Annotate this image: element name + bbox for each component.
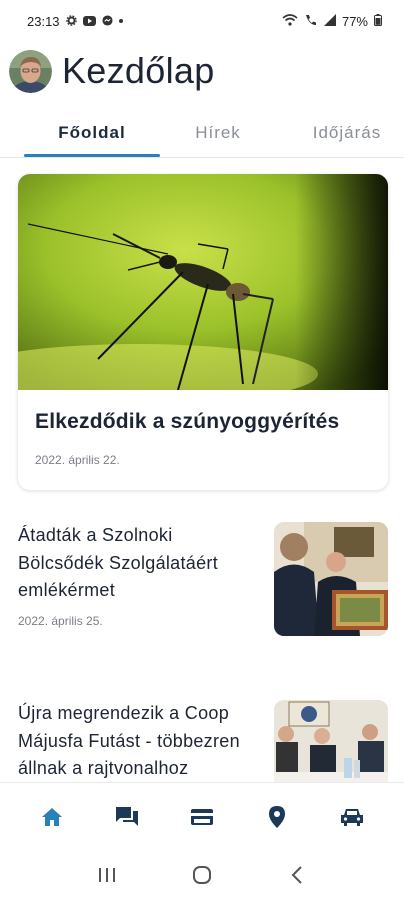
- news-title: Újra megrendezik a Coop Májusfa Futást -…: [18, 700, 258, 782]
- recent-apps-icon: [99, 868, 116, 882]
- location-pin-icon: [269, 805, 286, 828]
- news-title-line: állnak a rajtvonalhoz: [18, 758, 189, 778]
- tab-hirek[interactable]: Hírek: [160, 110, 276, 156]
- tab-fooldal[interactable]: Főoldal: [24, 110, 160, 156]
- news-list-item[interactable]: Átadták a Szolnoki Bölcsődék Szolgálatáé…: [18, 522, 388, 640]
- system-home-icon: [192, 866, 211, 884]
- status-time: 23:13: [27, 13, 60, 29]
- back-icon: [291, 866, 302, 884]
- tab-bar: Főoldal Hírek Időjárás: [0, 110, 404, 158]
- active-tab-indicator: [24, 154, 160, 157]
- recent-apps-button[interactable]: [87, 855, 127, 895]
- news-date: 2022. április 25.: [18, 614, 103, 628]
- settings-icon: [65, 14, 77, 29]
- award-ceremony-photo: [274, 522, 388, 636]
- battery-percentage: 77%: [341, 13, 368, 29]
- news-title: Átadták a Szolnoki Bölcsődék Szolgálatáé…: [18, 522, 258, 605]
- system-home-button[interactable]: [182, 855, 222, 895]
- home-icon: [41, 807, 62, 826]
- news-list-item[interactable]: Újra megrendezik a Coop Májusfa Futást -…: [18, 700, 388, 782]
- wifi-icon: [282, 13, 298, 29]
- chat-icon: [115, 806, 138, 826]
- status-left: 23:13: [27, 14, 123, 29]
- featured-news-title: Elkezdődik a szúnyoggyérítés: [35, 410, 340, 433]
- page-title: Kezdőlap: [62, 50, 215, 91]
- nav-home-button[interactable]: [30, 795, 74, 839]
- bottom-navigation: [0, 782, 404, 850]
- signal-icon: [323, 13, 336, 29]
- avatar[interactable]: [9, 49, 52, 93]
- messenger-icon: [102, 14, 113, 29]
- car-icon: [341, 808, 364, 826]
- wifi-call-icon: [304, 14, 318, 29]
- notification-dot-icon: [118, 19, 123, 23]
- app-header: Kezdőlap: [0, 44, 404, 98]
- news-title-line: Átadták a Szolnoki: [18, 525, 173, 545]
- news-title-line: Bölcsődék Szolgálatáért: [18, 552, 219, 573]
- news-title-line: Újra megrendezik a Coop: [18, 703, 229, 723]
- status-bar: 23:13 77%: [0, 0, 404, 42]
- tab-idojaras[interactable]: Időjárás: [290, 110, 404, 156]
- featured-news-card[interactable]: Elkezdődik a szúnyoggyérítés 2022. ápril…: [18, 174, 388, 490]
- meeting-photo: [274, 700, 388, 782]
- youtube-icon: [82, 14, 96, 29]
- battery-icon: [374, 13, 382, 29]
- nav-chat-button[interactable]: [105, 795, 149, 839]
- nav-card-button[interactable]: [180, 795, 224, 839]
- status-right: 77%: [282, 13, 382, 29]
- featured-news-date: 2022. április 22.: [35, 453, 120, 467]
- mosquito-photo: [18, 174, 388, 390]
- news-title-line: emlékérmet: [18, 580, 116, 600]
- card-icon: [190, 808, 213, 825]
- system-navigation-bar: [0, 850, 404, 900]
- news-title-line: Májusfa Futást - többezren: [18, 730, 240, 751]
- nav-car-button[interactable]: [330, 795, 374, 839]
- system-back-button[interactable]: [277, 855, 317, 895]
- nav-location-button[interactable]: [255, 795, 299, 839]
